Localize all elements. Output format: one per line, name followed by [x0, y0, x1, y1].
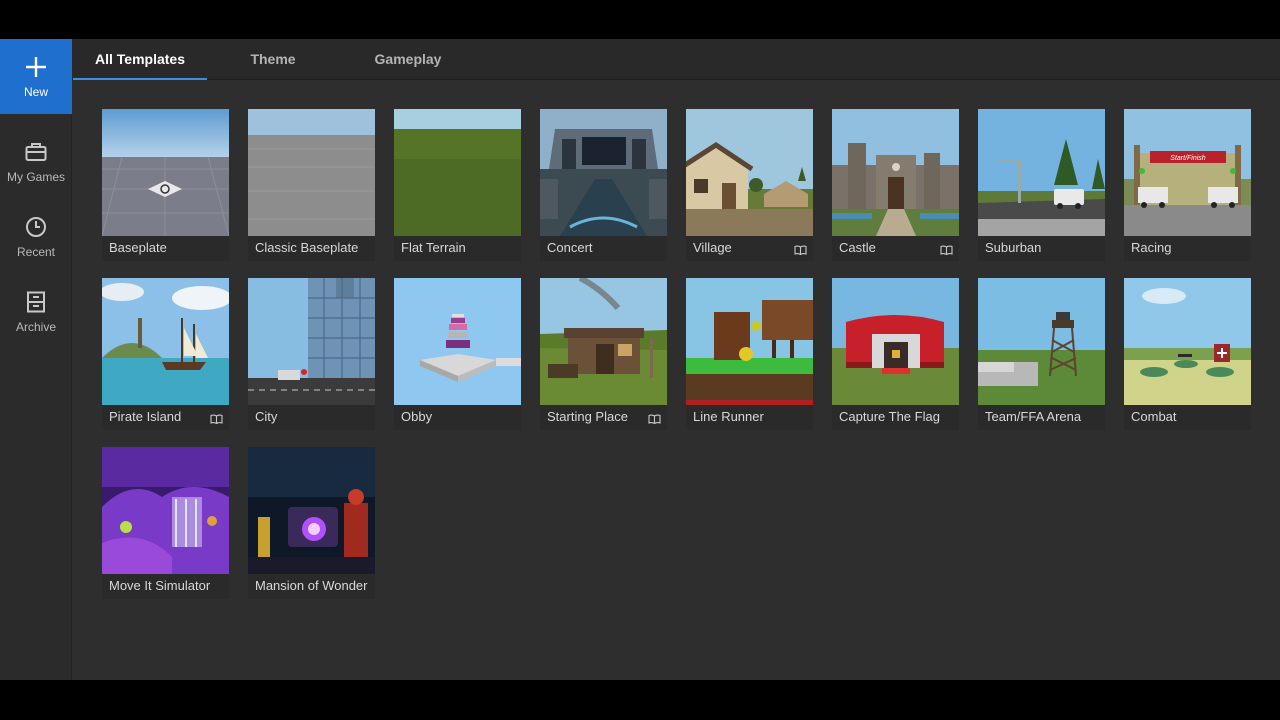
template-name: Mansion of Wonder	[255, 578, 368, 593]
template-name: Classic Baseplate	[255, 240, 359, 255]
template-name: Line Runner	[693, 409, 764, 424]
template-name: Team/FFA Arena	[985, 409, 1082, 424]
thumbnail	[102, 447, 229, 574]
template-card-village[interactable]: Village	[686, 109, 813, 261]
sidebar-item-my-games[interactable]: My Games	[0, 124, 72, 199]
template-name: Suburban	[985, 240, 1042, 255]
template-card-pirate-island[interactable]: Pirate Island	[102, 278, 229, 430]
template-card-obby[interactable]: Obby	[394, 278, 521, 430]
thumbnail	[248, 109, 375, 236]
template-name: Village	[693, 240, 732, 255]
sidebar-item-archive[interactable]: Archive	[0, 274, 72, 349]
template-card-team-ffa-arena[interactable]: Team/FFA Arena	[978, 278, 1105, 430]
thumbnail	[102, 278, 229, 405]
sidebar-item-label: New	[23, 85, 48, 99]
racing-banner-text: Start/Finish	[1170, 155, 1206, 162]
template-name: Flat Terrain	[401, 240, 466, 255]
template-name: Concert	[547, 240, 593, 255]
thumbnail	[978, 278, 1105, 405]
thumbnail	[832, 278, 959, 405]
thumbnail	[978, 109, 1105, 236]
tab-bar: All Templates Theme Gameplay	[72, 39, 1280, 80]
template-card-baseplate[interactable]: Baseplate	[102, 109, 229, 261]
template-name: Combat	[1131, 409, 1177, 424]
template-card-line-runner[interactable]: Line Runner	[686, 278, 813, 430]
template-name: Move It Simulator	[109, 578, 211, 593]
template-card-move-it-simulator[interactable]: Move It Simulator	[102, 447, 229, 599]
template-card-capture-the-flag[interactable]: Capture The Flag	[832, 278, 959, 430]
plus-icon	[24, 55, 48, 79]
thumbnail	[540, 278, 667, 405]
tab-all-templates[interactable]: All Templates	[73, 39, 207, 80]
briefcase-icon	[24, 140, 48, 164]
thumbnail	[394, 109, 521, 236]
sidebar: New My Games Recent Archive	[0, 39, 72, 680]
template-name: Racing	[1131, 240, 1172, 255]
book-icon	[794, 242, 807, 256]
template-card-suburban[interactable]: Suburban	[978, 109, 1105, 261]
sidebar-item-new[interactable]: New	[0, 39, 72, 114]
book-icon	[210, 411, 223, 425]
template-card-racing[interactable]: Start/Finish Racing	[1124, 109, 1251, 261]
book-icon	[940, 242, 953, 256]
letterbox-top	[0, 0, 1280, 39]
template-name: Capture The Flag	[839, 409, 940, 424]
clock-icon	[24, 215, 48, 239]
template-browser: New My Games Recent Archive All Template…	[0, 39, 1280, 680]
thumbnail	[832, 109, 959, 236]
thumbnail	[394, 278, 521, 405]
template-name: Castle	[839, 240, 876, 255]
thumbnail	[102, 109, 229, 236]
tab-theme[interactable]: Theme	[212, 39, 334, 80]
template-name: Obby	[401, 409, 433, 424]
template-card-concert[interactable]: Concert	[540, 109, 667, 261]
thumbnail: Start/Finish	[1124, 109, 1251, 236]
template-card-flat-terrain[interactable]: Flat Terrain	[394, 109, 521, 261]
sidebar-item-recent[interactable]: Recent	[0, 199, 72, 274]
template-card-starting-place[interactable]: Starting Place	[540, 278, 667, 430]
template-card-combat[interactable]: Combat	[1124, 278, 1251, 430]
letterbox-bottom	[0, 680, 1280, 720]
template-card-city[interactable]: City	[248, 278, 375, 430]
template-name: City	[255, 409, 278, 424]
template-card-mansion-of-wonder[interactable]: Mansion of Wonder	[248, 447, 375, 599]
book-icon	[648, 411, 661, 425]
template-card-classic-baseplate[interactable]: Classic Baseplate	[248, 109, 375, 261]
template-card-castle[interactable]: Castle	[832, 109, 959, 261]
thumbnail	[540, 109, 667, 236]
sidebar-item-label: Archive	[15, 320, 56, 334]
template-name: Starting Place	[547, 409, 628, 424]
template-name: Pirate Island	[109, 409, 182, 424]
archive-icon	[24, 290, 48, 314]
tab-gameplay[interactable]: Gameplay	[344, 39, 472, 80]
thumbnail	[686, 278, 813, 405]
thumbnail	[1124, 278, 1251, 405]
thumbnail	[686, 109, 813, 236]
thumbnail	[248, 278, 375, 405]
thumbnail	[248, 447, 375, 574]
template-name: Baseplate	[109, 240, 167, 255]
sidebar-item-label: Recent	[16, 245, 56, 259]
sidebar-item-label: My Games	[6, 170, 65, 184]
